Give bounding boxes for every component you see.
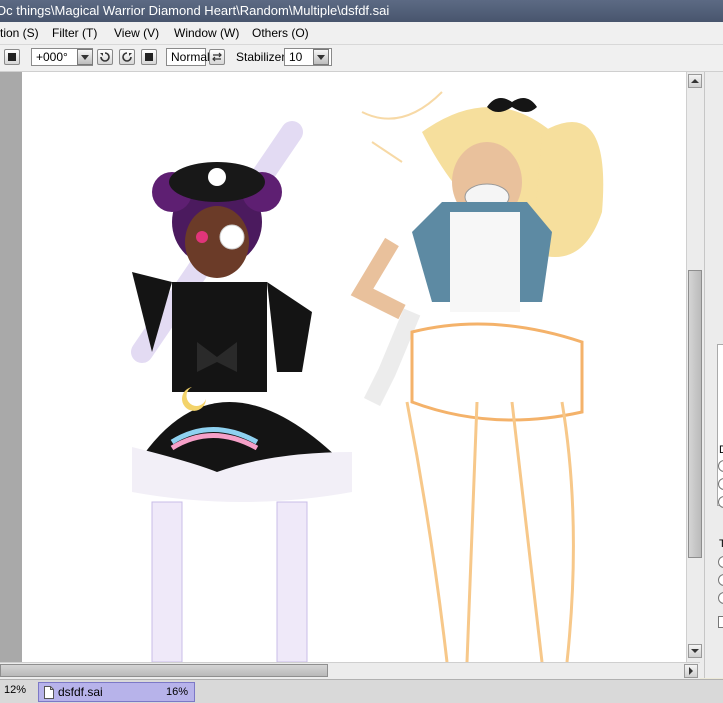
status-bar: 12% dsfdf.sai 16% xyxy=(0,679,723,703)
zoom-level: 12% xyxy=(4,684,27,696)
horizontal-scroll-thumb[interactable] xyxy=(0,664,328,677)
menu-filter[interactable]: Filter (T) xyxy=(52,25,97,41)
option-radio[interactable] xyxy=(718,574,723,586)
option-radio[interactable] xyxy=(718,478,723,490)
document-icon xyxy=(44,685,54,699)
menu-bar: tion (S) Filter (T) View (V) Window (W) … xyxy=(0,22,723,45)
right-side-panel: D T xyxy=(704,72,723,678)
scroll-up-button[interactable] xyxy=(688,74,702,88)
document-tab[interactable]: dsfdf.sai 16% xyxy=(38,682,195,702)
option-radio[interactable] xyxy=(718,592,723,604)
document-tab-zoom: 16% xyxy=(165,686,188,698)
stabilizer-dropdown-button[interactable] xyxy=(313,49,329,65)
canvas-left-gutter xyxy=(0,72,22,662)
stop-button[interactable] xyxy=(4,49,20,65)
flip-button[interactable] xyxy=(209,49,225,65)
panel-section-d-label: D xyxy=(719,444,723,456)
left-character-figure xyxy=(131,121,352,662)
blend-mode-field[interactable]: Normal xyxy=(166,48,210,66)
option-checkbox[interactable] xyxy=(718,616,723,628)
vertical-scrollbar[interactable] xyxy=(686,72,704,678)
document-tab-name: dsfdf.sai xyxy=(58,685,103,699)
arrow-down-icon xyxy=(691,649,699,653)
window-title: Oc things\Magical Warrior Diamond Heart\… xyxy=(0,3,390,18)
rotate-right-icon xyxy=(122,52,132,62)
right-character-figure xyxy=(350,91,604,662)
menu-selection[interactable]: tion (S) xyxy=(0,25,39,41)
square-icon xyxy=(8,53,16,61)
arrow-up-icon xyxy=(691,79,699,83)
horizontal-scrollbar[interactable] xyxy=(0,662,700,679)
toolbar: +000° Normal Stabilizer 10 xyxy=(0,45,723,72)
rotation-dropdown-button[interactable] xyxy=(77,49,93,65)
scroll-right-button[interactable] xyxy=(684,664,698,678)
menu-view[interactable]: View (V) xyxy=(114,25,159,41)
flip-horizontal-icon xyxy=(212,52,222,62)
arrow-right-icon xyxy=(689,667,693,675)
rotate-left-icon xyxy=(100,52,110,62)
scroll-down-button[interactable] xyxy=(688,644,702,658)
option-radio[interactable] xyxy=(718,556,723,568)
option-radio[interactable] xyxy=(718,496,723,508)
window-title-bar: Oc things\Magical Warrior Diamond Heart\… xyxy=(0,0,723,22)
rotate-right-button[interactable] xyxy=(119,49,135,65)
drawing-canvas[interactable] xyxy=(22,72,686,662)
option-radio[interactable] xyxy=(718,460,723,472)
stabilizer-label: Stabilizer xyxy=(236,50,286,64)
menu-window[interactable]: Window (W) xyxy=(174,25,239,41)
artwork-illustration xyxy=(131,91,604,662)
square-icon xyxy=(145,53,153,61)
vertical-scroll-thumb[interactable] xyxy=(688,270,702,558)
panel-section-t-label: T xyxy=(719,538,723,550)
menu-others[interactable]: Others (O) xyxy=(252,25,309,41)
rotate-left-button[interactable] xyxy=(97,49,113,65)
reset-rotation-button[interactable] xyxy=(141,49,157,65)
